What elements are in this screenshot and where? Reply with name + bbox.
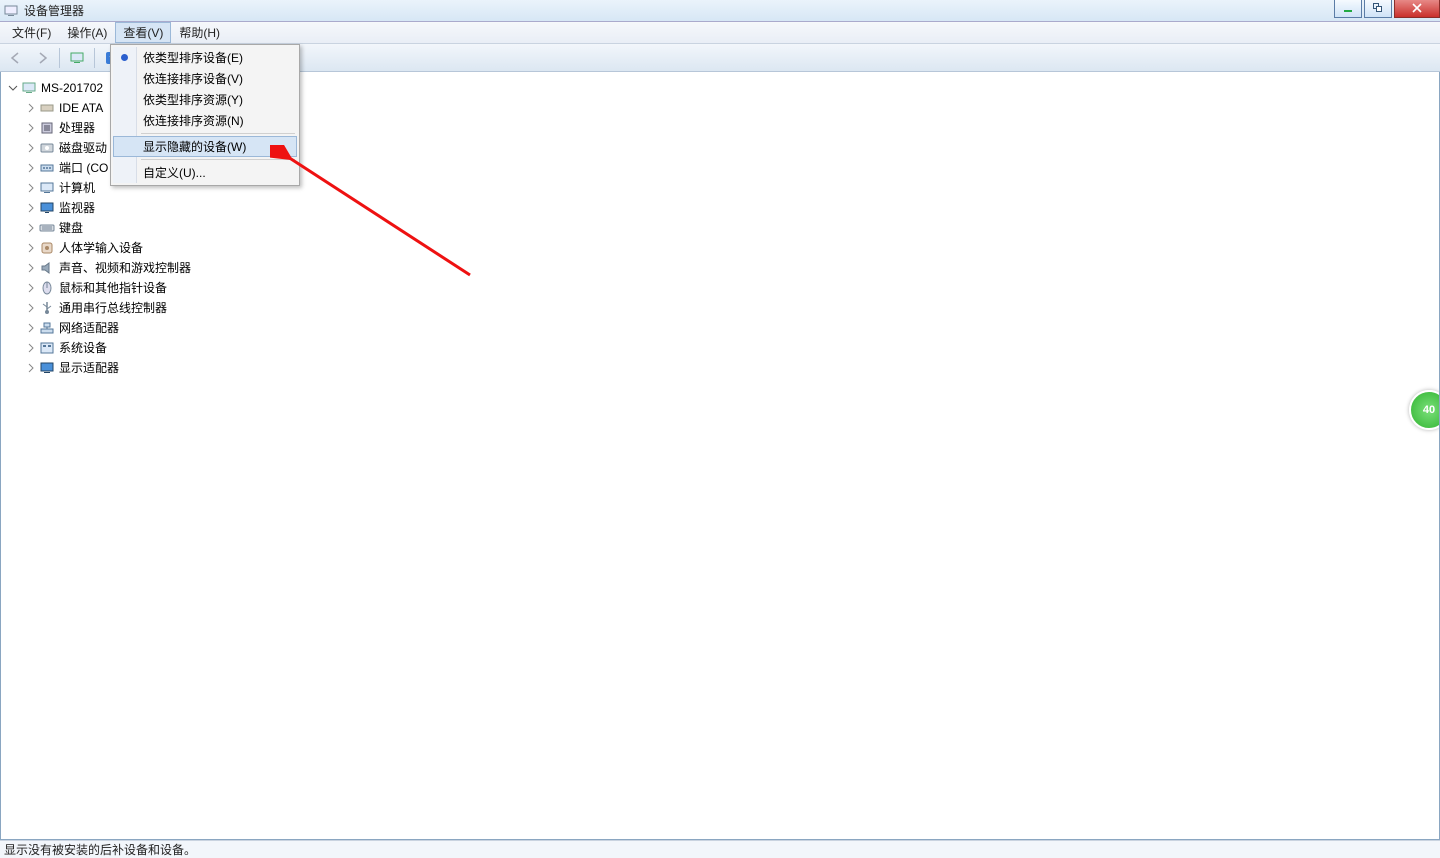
- menuitem-sort-type-resources[interactable]: 依类型排序资源(Y): [113, 89, 297, 110]
- expand-icon[interactable]: [25, 302, 37, 314]
- hid-icon: [39, 240, 55, 256]
- forward-button[interactable]: [30, 47, 54, 69]
- menuitem-show-hidden-devices[interactable]: 显示隐藏的设备(W): [113, 136, 297, 157]
- expand-icon[interactable]: [25, 262, 37, 274]
- back-button[interactable]: [4, 47, 28, 69]
- menuitem-sort-type-devices[interactable]: 依类型排序设备(E): [113, 47, 297, 68]
- cpu-icon: [39, 120, 55, 136]
- tree-node[interactable]: 通用串行总线控制器: [25, 298, 1439, 318]
- toolbar-separator: [59, 48, 60, 68]
- window-controls: [1332, 0, 1440, 19]
- dropdown-separator: [141, 133, 295, 134]
- menuitem-sort-connection-resources[interactable]: 依连接排序资源(N): [113, 110, 297, 131]
- menuitem-label: 显示隐藏的设备(W): [143, 138, 246, 155]
- collapse-icon[interactable]: [7, 82, 19, 94]
- tree-node-label: IDE ATA: [59, 99, 103, 118]
- mouse-icon: [39, 280, 55, 296]
- expand-icon[interactable]: [25, 222, 37, 234]
- expand-icon[interactable]: [25, 342, 37, 354]
- expand-icon[interactable]: [25, 142, 37, 154]
- tree-node-label: 网络适配器: [59, 319, 119, 338]
- menuitem-sort-connection-devices[interactable]: 依连接排序设备(V): [113, 68, 297, 89]
- network-icon: [39, 320, 55, 336]
- expand-icon[interactable]: [25, 122, 37, 134]
- keyboard-icon: [39, 220, 55, 236]
- view-dropdown: 依类型排序设备(E) 依连接排序设备(V) 依类型排序资源(Y) 依连接排序资源…: [110, 44, 300, 186]
- tree-node[interactable]: 显示适配器: [25, 358, 1439, 378]
- menu-file[interactable]: 文件(F): [4, 22, 59, 43]
- expand-icon[interactable]: [25, 182, 37, 194]
- tree-node-label: 计算机: [59, 179, 95, 198]
- app-icon: [4, 4, 18, 18]
- tree-node[interactable]: 网络适配器: [25, 318, 1439, 338]
- computer-icon: [39, 180, 55, 196]
- tree-node-label: 键盘: [59, 219, 83, 238]
- computer-icon-button[interactable]: [65, 47, 89, 69]
- expand-icon[interactable]: [25, 322, 37, 334]
- ide-icon: [39, 100, 55, 116]
- usb-icon: [39, 300, 55, 316]
- minimize-button[interactable]: [1334, 0, 1362, 18]
- maximize-button[interactable]: [1364, 0, 1392, 18]
- display-icon: [39, 360, 55, 376]
- menuitem-label: 自定义(U)...: [143, 164, 206, 181]
- menuitem-label: 依连接排序设备(V): [143, 70, 243, 87]
- expand-icon[interactable]: [25, 102, 37, 114]
- statusbar: 显示没有被安装的后补设备和设备。: [0, 840, 1440, 858]
- monitor-icon: [39, 200, 55, 216]
- tree-node-label: 通用串行总线控制器: [59, 299, 167, 318]
- tree-node-label: 磁盘驱动: [59, 139, 107, 158]
- tree-node[interactable]: 人体学输入设备: [25, 238, 1439, 258]
- tree-node[interactable]: 监视器: [25, 198, 1439, 218]
- tree-node-label: 端口 (CO: [59, 159, 108, 178]
- tree-root-label: MS-201702: [41, 79, 103, 98]
- menuitem-label: 依连接排序资源(N): [143, 112, 244, 129]
- tree-node-label: 显示适配器: [59, 359, 119, 378]
- statusbar-text: 显示没有被安装的后补设备和设备。: [4, 841, 196, 858]
- disk-icon: [39, 140, 55, 156]
- tree-node[interactable]: 鼠标和其他指针设备: [25, 278, 1439, 298]
- menuitem-label: 依类型排序设备(E): [143, 49, 243, 66]
- menuitem-customize[interactable]: 自定义(U)...: [113, 162, 297, 183]
- toolbar-separator: [94, 48, 95, 68]
- menubar: 文件(F) 操作(A) 查看(V) 帮助(H): [0, 22, 1440, 44]
- tree-node[interactable]: 声音、视频和游戏控制器: [25, 258, 1439, 278]
- floating-badge[interactable]: 40: [1409, 390, 1440, 430]
- menu-view[interactable]: 查看(V): [115, 22, 171, 43]
- menuitem-label: 依类型排序资源(Y): [143, 91, 243, 108]
- expand-icon[interactable]: [25, 202, 37, 214]
- dropdown-separator: [141, 159, 295, 160]
- menu-help[interactable]: 帮助(H): [171, 22, 228, 43]
- port-icon: [39, 160, 55, 176]
- computer-icon: [21, 80, 37, 96]
- tree-node-label: 声音、视频和游戏控制器: [59, 259, 191, 278]
- titlebar: 设备管理器: [0, 0, 1440, 22]
- expand-icon[interactable]: [25, 282, 37, 294]
- content-area: MS-201702 IDE ATA处理器磁盘驱动端口 (CO计算机监视器键盘人体…: [0, 72, 1440, 840]
- expand-icon[interactable]: [25, 362, 37, 374]
- tree-node-label: 人体学输入设备: [59, 239, 143, 258]
- tree-node[interactable]: 系统设备: [25, 338, 1439, 358]
- expand-icon[interactable]: [25, 162, 37, 174]
- radio-dot-icon: [121, 54, 128, 61]
- expand-icon[interactable]: [25, 242, 37, 254]
- system-icon: [39, 340, 55, 356]
- tree-node-label: 鼠标和其他指针设备: [59, 279, 167, 298]
- menu-action[interactable]: 操作(A): [59, 22, 115, 43]
- tree-node-label: 系统设备: [59, 339, 107, 358]
- sound-icon: [39, 260, 55, 276]
- tree-node-label: 处理器: [59, 119, 95, 138]
- tree-node-label: 监视器: [59, 199, 95, 218]
- tree-node[interactable]: 键盘: [25, 218, 1439, 238]
- window-title: 设备管理器: [24, 2, 84, 19]
- close-button[interactable]: [1394, 0, 1440, 18]
